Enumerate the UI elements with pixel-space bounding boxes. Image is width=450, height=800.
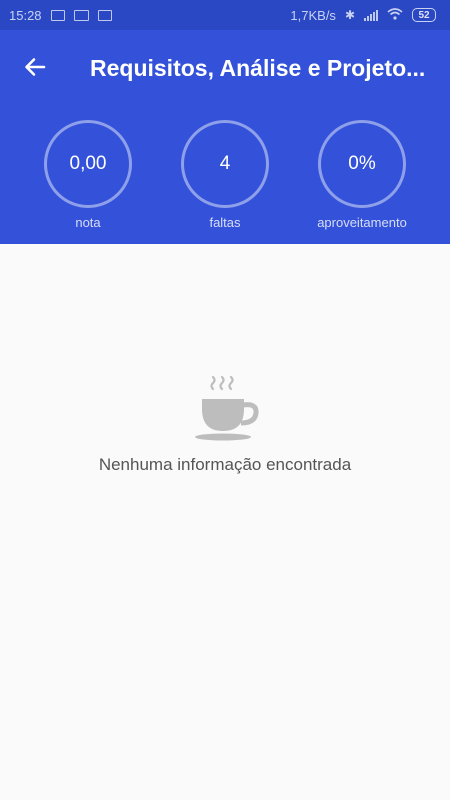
network-speed: 1,7KB/s [290, 7, 336, 23]
status-bar-right: 1,7KB/s ✱ 52 [290, 8, 436, 23]
stat-label: aproveitamento [317, 215, 407, 230]
coffee-cup-icon [195, 375, 259, 441]
stat-faltas: 4 faltas [165, 120, 285, 230]
page-title: Requisitos, Análise e Projeto... [90, 55, 426, 81]
stat-aproveitamento: 0% aproveitamento [302, 120, 422, 230]
status-bar: 15:28 1,7KB/s ✱ 52 [0, 0, 450, 30]
stat-label: nota [75, 215, 101, 230]
status-time: 15:28 [9, 7, 42, 23]
mail-icon [73, 9, 89, 21]
back-button[interactable] [20, 52, 50, 82]
stat-value: 0,00 [69, 153, 107, 174]
stat-value: 0% [348, 153, 376, 174]
arrow-left-icon [25, 58, 46, 76]
stat-ring: 0% [318, 120, 406, 208]
stat-label: faltas [209, 215, 241, 230]
stat-value: 4 [219, 153, 231, 174]
empty-message: Nenhuma informação encontrada [98, 455, 352, 474]
screen-icon [50, 9, 65, 21]
battery-icon: 52 [412, 8, 436, 22]
empty-state: Nenhuma informação encontrada [0, 375, 450, 475]
battery-level: 52 [418, 9, 430, 21]
bluetooth-icon: ✱ [344, 8, 355, 22]
header: Requisitos, Análise e Projeto... 0,00 no… [0, 30, 450, 244]
screen: 15:28 1,7KB/s ✱ 52 Requisitos, Análise e… [0, 0, 450, 800]
status-bar-left: 15:28 [9, 8, 112, 23]
signal-icon [364, 9, 378, 21]
wifi-icon [387, 7, 403, 23]
screen-icon [97, 9, 112, 21]
stat-nota: 0,00 nota [28, 120, 148, 230]
stat-ring: 4 [181, 120, 269, 208]
stat-ring: 0,00 [44, 120, 132, 208]
